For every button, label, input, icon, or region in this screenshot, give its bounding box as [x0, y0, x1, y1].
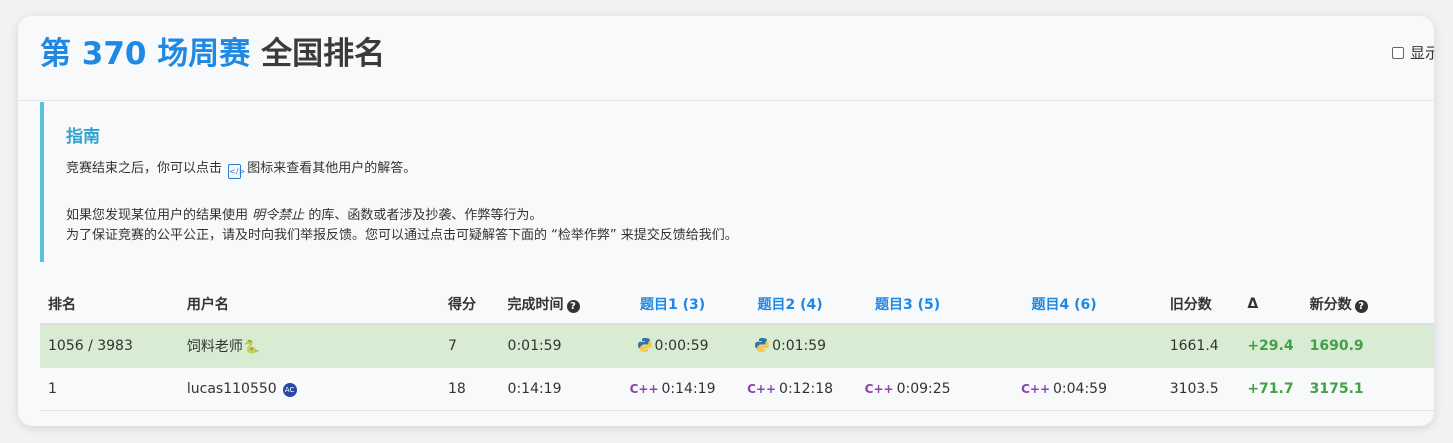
python-icon[interactable] [637, 337, 653, 353]
header-rank: 排名 [40, 284, 179, 325]
q2-cell[interactable]: C++ 0:12:18 [731, 367, 849, 411]
header-new-score: 新分数? [1301, 284, 1434, 325]
header-q4[interactable]: 题目4 (6) [966, 284, 1162, 325]
finish-time-cell: 0:01:59 [499, 324, 614, 368]
show-toggle[interactable]: 显示 [1392, 42, 1434, 63]
guide-line-3: 为了保证竞赛的公平公正，请及时向我们举报反馈。您可以通过点击可疑解答下面的 “检… [66, 228, 738, 243]
cpp-icon[interactable]: C++ [630, 382, 659, 396]
show-toggle-label: 显示 [1410, 44, 1434, 62]
q1-cell[interactable]: C++ 0:14:19 [613, 367, 732, 411]
table-row: 1 lucas110550 AC 18 0:14:19 C++ 0:14:19 C+… [40, 367, 1434, 411]
ranking-title: 全国排名 [261, 36, 386, 72]
q4-cell [966, 324, 1162, 368]
finish-time-cell: 0:14:19 [499, 367, 614, 411]
header-finish-time: 完成时间? [499, 284, 614, 325]
help-icon[interactable]: ? [566, 299, 580, 313]
header-divider [18, 100, 1434, 101]
header-old-score: 旧分数 [1161, 284, 1240, 325]
user-cell[interactable]: lucas110550 AC [178, 367, 440, 411]
q1-cell[interactable]: 0:00:59 [613, 324, 732, 368]
ac-badge-icon: AC [282, 382, 297, 397]
header-user: 用户名 [178, 284, 440, 325]
new-score-cell: 3175.1 [1301, 367, 1434, 411]
q3-cell[interactable]: C++ 0:09:25 [848, 367, 967, 411]
score-cell: 7 [439, 324, 500, 368]
snake-badge-icon: 🐍 [243, 339, 261, 355]
ranking-table: 排名 用户名 得分 完成时间? 题目1 (3) 题目2 (4) 题目3 (5) … [40, 284, 1434, 411]
delta-cell: +29.4 [1239, 324, 1302, 368]
cpp-icon[interactable]: C++ [747, 382, 776, 396]
table-header-row: 排名 用户名 得分 完成时间? 题目1 (3) 题目2 (4) 题目3 (5) … [40, 284, 1434, 325]
python-icon[interactable] [754, 337, 770, 353]
new-score-cell: 1690.9 [1301, 324, 1434, 368]
guide-panel: 指南 竞赛结束之后，你可以点击 </> 图标来查看其他用户的解答。 如果您发现某… [40, 102, 1434, 262]
code-icon: </> [228, 164, 245, 179]
score-cell: 18 [439, 367, 500, 411]
old-score-cell: 3103.5 [1161, 367, 1240, 411]
header-delta: Δ [1239, 284, 1302, 325]
rank-cell: 1 [40, 367, 179, 411]
header-q1[interactable]: 题目1 (3) [613, 284, 732, 325]
header-q3[interactable]: 题目3 (5) [848, 284, 967, 325]
guide-line-2: 如果您发现某位用户的结果使用 明令禁止 的库、函数或者涉及抄袭、作弊等行为。 [66, 208, 543, 223]
contest-name[interactable]: 第 370 场周赛 [40, 36, 250, 72]
table-row: 1056 / 3983 饲料老师🐍 7 0:01:59 0:00:59 0:01… [40, 324, 1434, 368]
rank-cell: 1056 / 3983 [40, 324, 179, 368]
cpp-icon[interactable]: C++ [1021, 382, 1050, 396]
q4-cell[interactable]: C++ 0:04:59 [966, 367, 1162, 411]
guide-line-1: 竞赛结束之后，你可以点击 </> 图标来查看其他用户的解答。 [66, 157, 416, 179]
delta-cell: +71.7 [1239, 367, 1302, 411]
page-title: 第 370 场周赛 全国排名 [40, 28, 385, 73]
guide-title: 指南 [66, 127, 100, 147]
help-icon[interactable]: ? [1354, 299, 1368, 313]
q2-cell[interactable]: 0:01:59 [731, 324, 849, 368]
q3-cell [848, 324, 967, 368]
user-cell[interactable]: 饲料老师🐍 [178, 324, 440, 368]
contest-ranking-card: 第 370 场周赛 全国排名 显示 指南 竞赛结束之后，你可以点击 </> 图标… [18, 16, 1434, 426]
cpp-icon[interactable]: C++ [865, 382, 894, 396]
old-score-cell: 1661.4 [1161, 324, 1240, 368]
show-checkbox[interactable] [1392, 46, 1404, 59]
header-q2[interactable]: 题目2 (4) [731, 284, 849, 325]
header-score: 得分 [439, 284, 500, 325]
